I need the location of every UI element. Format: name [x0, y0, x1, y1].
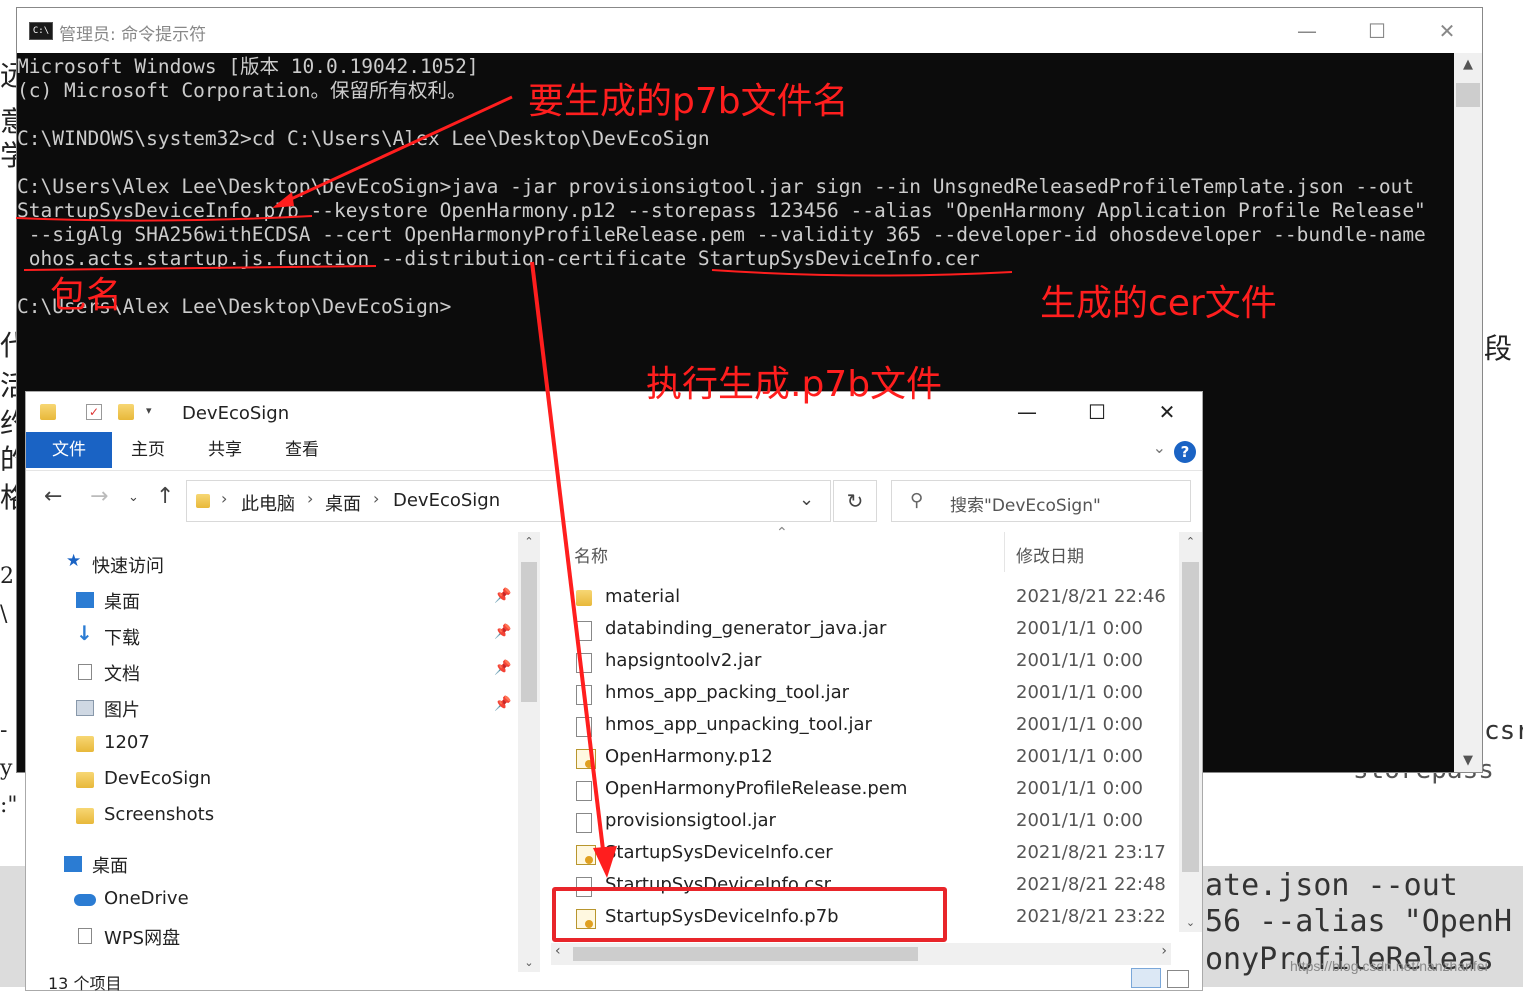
annotation-overlay — [15, 95, 1013, 878]
annotation-cer-file: 生成的cer文件 — [1040, 283, 1277, 324]
arrow-head — [272, 192, 294, 208]
arrow-line — [530, 261, 606, 859]
annotation-p7b-name: 要生成的p7b文件名 — [528, 81, 849, 122]
annotation-run-p7b: 执行生成.p7b文件 — [646, 364, 943, 405]
arrow-head — [593, 846, 617, 878]
underline-p7b — [15, 215, 313, 222]
highlight-p7b-file — [552, 887, 947, 942]
arrow-line — [277, 95, 513, 207]
underline-cer — [711, 269, 1013, 277]
annotation-package-name: 包名 — [50, 275, 123, 316]
